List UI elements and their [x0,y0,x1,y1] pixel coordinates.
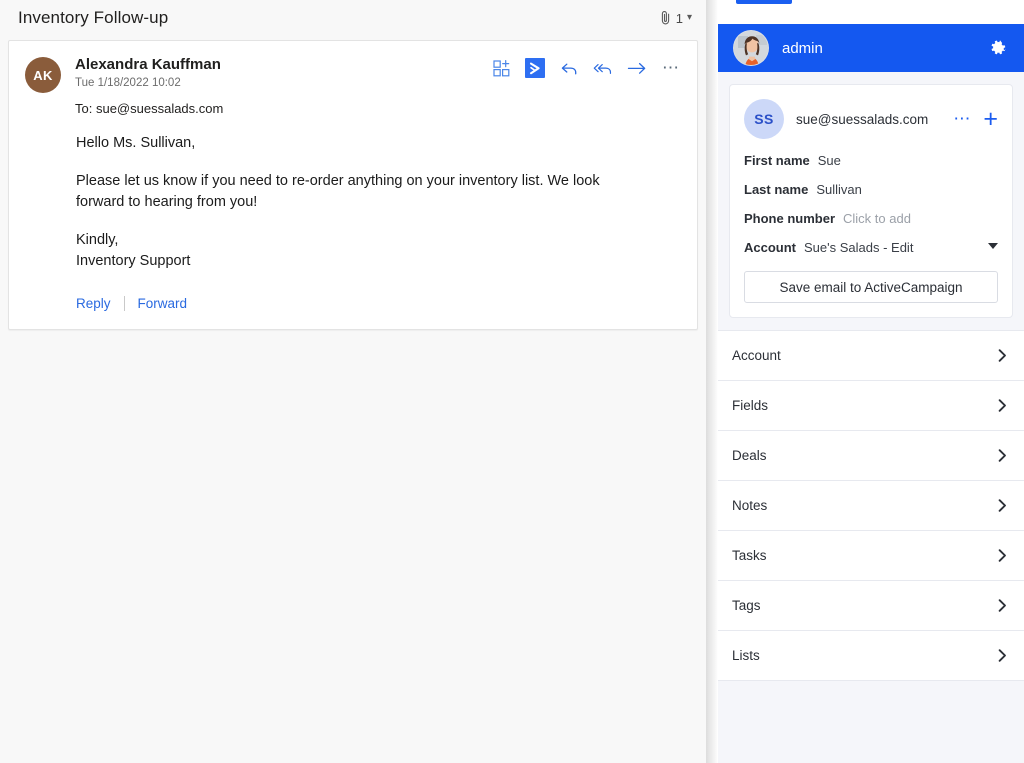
list-item-label: Fields [732,398,769,413]
body-message: Please let us know if you need to re-ord… [76,173,600,210]
outlook-with-activecampaign-addin: Inventory Follow-up 1 ▾ AK Alexandra Kau… [0,0,1024,763]
list-item-notes[interactable]: Notes [718,481,1024,531]
sender-timestamp: Tue 1/18/2022 10:02 [75,77,181,89]
list-item-lists[interactable]: Lists [718,631,1024,681]
paperclip-icon [660,10,672,26]
contact-field-last-name[interactable]: Last name Sullivan [744,182,998,197]
panel-empty-area [718,681,1024,763]
forward-icon[interactable] [627,58,647,78]
more-options-icon[interactable]: ⋯ [953,110,971,127]
list-item-account[interactable]: Account [718,331,1024,381]
field-label: First name [744,153,810,168]
add-to-grid-icon[interactable] [491,58,511,78]
email-message-card: AK Alexandra Kauffman Tue 1/18/2022 10:0… [8,40,698,330]
activecampaign-icon[interactable] [525,58,545,78]
body-greeting: Hello Ms. Sullivan, [76,135,196,151]
caret-down-icon[interactable] [988,243,998,249]
contact-field-first-name[interactable]: First name Sue [744,153,998,168]
quick-actions-row: Reply Forward [25,296,681,311]
recipient-line: To: sue@suessalads.com [75,99,223,119]
account-username: admin [782,39,823,57]
body-signoff: Kindly, Inventory Support [76,230,641,272]
contact-field-phone-number[interactable]: Phone number Click to add [744,211,998,226]
more-options-icon[interactable]: ⋯ [661,58,681,78]
chevron-right-icon [997,398,1008,413]
chevron-right-icon [997,648,1008,663]
field-value-placeholder: Click to add [843,211,911,226]
sender-meta: Alexandra Kauffman Tue 1/18/2022 10:02 T… [75,55,223,119]
list-item-fields[interactable]: Fields [718,381,1024,431]
signoff-line-2: Inventory Support [76,253,191,269]
gear-icon[interactable] [988,37,1010,59]
contact-actions: ⋯ + [953,107,998,132]
contact-email: sue@suessalads.com [796,111,929,127]
list-item-label: Tasks [732,548,767,563]
email-body: Hello Ms. Sullivan, Please let us know i… [25,133,681,272]
list-item-label: Tags [732,598,761,613]
activecampaign-panel: admin SS sue@suessalads.com ⋯ + First na… [718,0,1024,763]
list-item-label: Deals [732,448,767,463]
avatar: SS [744,99,784,139]
divider [123,296,125,311]
chevron-right-icon [997,448,1008,463]
chevron-right-icon [997,498,1008,513]
pane-divider[interactable] [706,0,718,763]
chevron-right-icon [997,598,1008,613]
panel-tab-strip [718,0,1024,24]
panel-header: admin [718,24,1024,72]
sender-name: Alexandra Kauffman [75,56,221,73]
field-label: Phone number [744,211,836,226]
mail-subject-bar: Inventory Follow-up 1 ▾ [0,0,706,36]
list-item-label: Lists [732,648,760,663]
mail-reading-pane: Inventory Follow-up 1 ▾ AK Alexandra Kau… [0,0,706,763]
contact-header: SS sue@suessalads.com ⋯ + [744,99,998,139]
list-item-label: Notes [732,498,768,513]
chevron-right-icon [997,548,1008,563]
message-actions-toolbar: ⋯ [491,55,681,78]
chevron-down-icon[interactable]: ▾ [687,13,692,23]
recipient-address: sue@suessalads.com [95,101,224,116]
field-value: Sullivan [816,182,862,197]
list-item-deals[interactable]: Deals [718,431,1024,481]
attachment-indicator[interactable]: 1 ▾ [660,10,692,26]
list-item-tasks[interactable]: Tasks [718,531,1024,581]
field-label: Account [744,240,796,255]
field-value: Sue [817,153,841,168]
list-item-tags[interactable]: Tags [718,581,1024,631]
reply-all-icon[interactable] [593,58,613,78]
page-title: Inventory Follow-up [18,8,169,27]
sender-row: AK Alexandra Kauffman Tue 1/18/2022 10:0… [25,55,681,119]
active-tab-indicator[interactable] [736,0,792,4]
panel-section-list: Account Fields Deals Notes Tasks Tags Li… [718,330,1024,681]
field-label: Last name [744,182,809,197]
signoff-line-1: Kindly, [76,232,119,248]
reply-icon[interactable] [559,58,579,78]
attachment-count: 1 [675,10,683,26]
field-value: Sue's Salads - Edit [804,240,914,255]
chevron-right-icon [997,348,1008,363]
recipient-label: To: [75,101,93,116]
avatar [733,30,769,66]
contact-card: SS sue@suessalads.com ⋯ + First name Sue… [729,84,1013,318]
contact-field-account[interactable]: Account Sue's Salads - Edit [744,240,998,255]
avatar: AK [25,57,61,93]
list-item-label: Account [732,348,781,363]
plus-icon[interactable]: + [983,107,998,132]
forward-button[interactable]: Forward [138,296,188,311]
reply-button[interactable]: Reply [76,296,111,311]
save-email-button[interactable]: Save email to ActiveCampaign [744,271,998,303]
